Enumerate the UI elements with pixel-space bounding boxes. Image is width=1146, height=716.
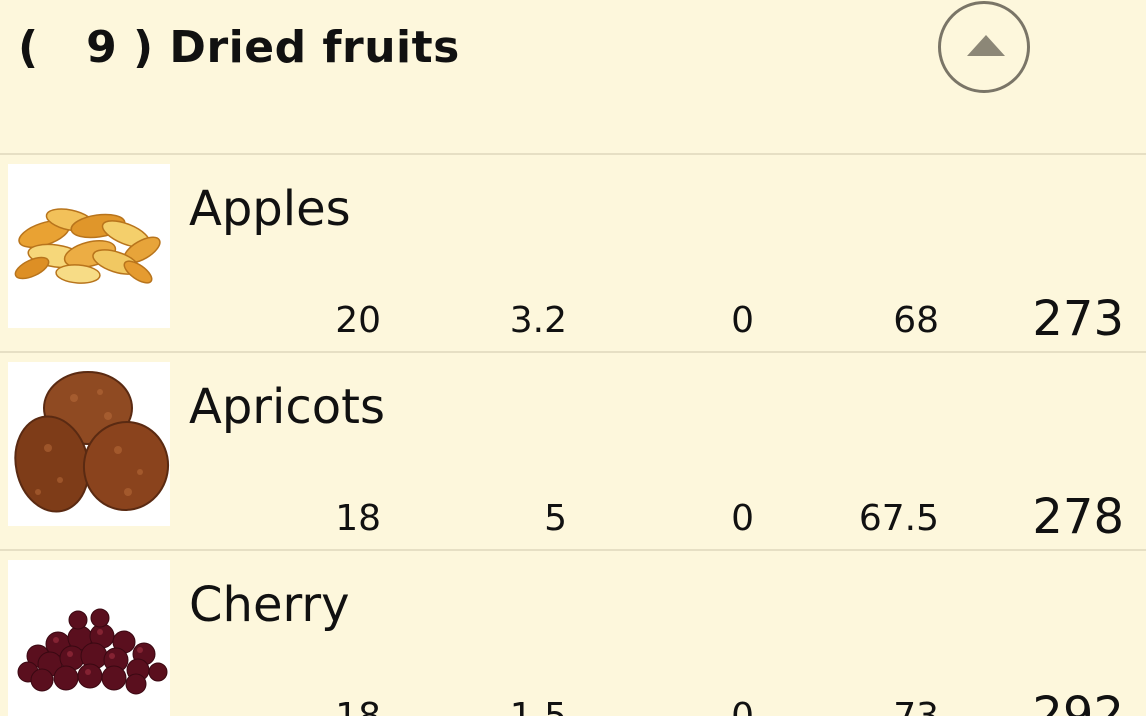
nutrient-value-3: 0 xyxy=(731,696,754,716)
nutrient-value-1: 18 xyxy=(335,498,381,539)
food-row-cherry[interactable]: Cherry 18 1.5 0 73 292 xyxy=(0,551,1146,716)
nutrient-value-3: 0 xyxy=(731,300,754,341)
calories-value: 292 xyxy=(1032,687,1124,716)
food-name: Apples xyxy=(189,181,351,237)
nutrient-value-4: 73 xyxy=(893,696,939,716)
food-name: Cherry xyxy=(189,577,350,633)
collapse-button[interactable] xyxy=(938,1,1030,93)
nutrient-value-4: 67.5 xyxy=(858,498,939,539)
food-name: Apricots xyxy=(189,379,385,435)
food-row-apricots[interactable]: Apricots 18 5 0 67.5 278 xyxy=(0,353,1146,549)
nutrient-value-2: 1.5 xyxy=(510,696,567,716)
calories-value: 278 xyxy=(1032,489,1124,545)
triangle-up-icon xyxy=(967,35,1005,56)
dried-apple-image xyxy=(8,164,170,328)
dried-cherry-image xyxy=(8,560,170,716)
category-title: ( 9 ) Dried fruits xyxy=(18,22,460,73)
nutrient-value-2: 5 xyxy=(544,498,567,539)
calories-value: 273 xyxy=(1032,291,1124,347)
nutrient-value-2: 3.2 xyxy=(509,300,567,341)
food-row-apples[interactable]: Apples 20 3.2 0 68 273 xyxy=(0,155,1146,351)
dried-apricot-image xyxy=(8,362,170,526)
food-list-screen: ( 9 ) Dried fruits Apples 20 3.2 0 68 27… xyxy=(0,0,1146,716)
category-header[interactable]: ( 9 ) Dried fruits xyxy=(0,0,1146,154)
nutrient-value-4: 68 xyxy=(893,300,939,341)
nutrient-value-1: 20 xyxy=(335,300,381,341)
nutrient-value-3: 0 xyxy=(731,498,754,539)
nutrient-value-1: 18 xyxy=(335,696,381,716)
